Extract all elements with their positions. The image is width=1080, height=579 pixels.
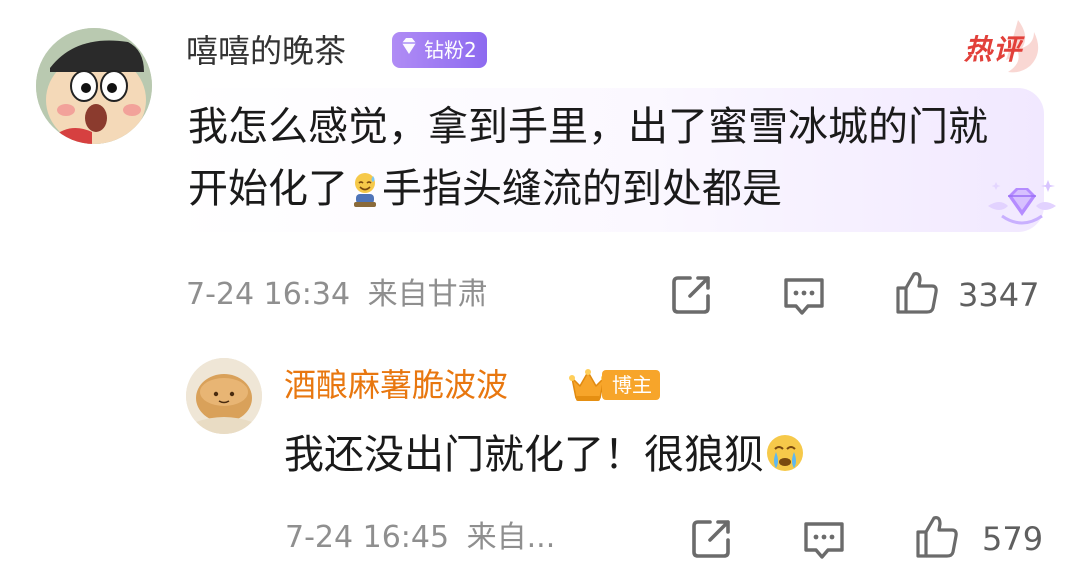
reply-timestamp: 7-24 16:45: [285, 520, 450, 555]
avatar-image: [36, 28, 152, 144]
avatar[interactable]: [36, 28, 152, 144]
fan-badge[interactable]: 钻粉2: [392, 32, 487, 68]
hot-label: 热评: [964, 33, 1023, 66]
reply-share-button[interactable]: [688, 514, 736, 562]
thumbs-up-icon: [916, 516, 958, 558]
blogger-badge-label: 博主: [602, 370, 660, 400]
thumbs-up-icon: [896, 272, 938, 314]
share-icon: [672, 276, 710, 314]
reply-text: 我还没出门就化了！很狼狈: [284, 424, 806, 486]
comment-location: 来自甘肃: [367, 277, 488, 312]
share-button[interactable]: [668, 270, 716, 318]
like-button[interactable]: [892, 268, 940, 316]
comment-text: 我怎么感觉，拿到手里，出了蜜雪冰城的门就开始化了 手指头缝流的到处都是: [188, 96, 1008, 220]
reply-comment-button[interactable]: [800, 516, 848, 564]
comment-meta: 7-24 16:34 来自甘肃: [186, 275, 488, 315]
reply-avatar[interactable]: [186, 358, 262, 434]
comment-text-part2: 手指头缝流的到处都是: [382, 166, 782, 212]
blogger-badge: 博主: [568, 366, 660, 404]
comment-username[interactable]: 嘻嘻的晚茶: [186, 26, 346, 76]
crying-emoji-icon: [764, 430, 806, 472]
comment-button[interactable]: [780, 272, 828, 320]
fan-badge-label: 钻粉2: [424, 38, 477, 62]
comment-timestamp: 7-24 16:34: [186, 277, 351, 312]
reply-location: 来自...: [466, 520, 556, 555]
diamond-icon: [398, 32, 420, 68]
comment-icon: [784, 278, 824, 315]
reply-text-content: 我还没出门就化了！很狼狈: [284, 432, 764, 478]
reply-username[interactable]: 酒酿麻薯脆波波: [284, 360, 508, 410]
hot-comment-tag: 热评: [960, 18, 1044, 78]
like-count: 3347: [958, 276, 1040, 314]
reply-avatar-image: [186, 358, 262, 434]
reply-meta: 7-24 16:45 来自...: [285, 518, 555, 558]
gem-decoration-icon: [982, 176, 1062, 240]
reply-like-count: 579: [982, 520, 1044, 558]
comment-icon: [804, 522, 844, 559]
sweat-smile-emoji-icon: [348, 164, 382, 207]
share-icon: [692, 520, 730, 558]
reply-like-button[interactable]: [912, 512, 960, 560]
